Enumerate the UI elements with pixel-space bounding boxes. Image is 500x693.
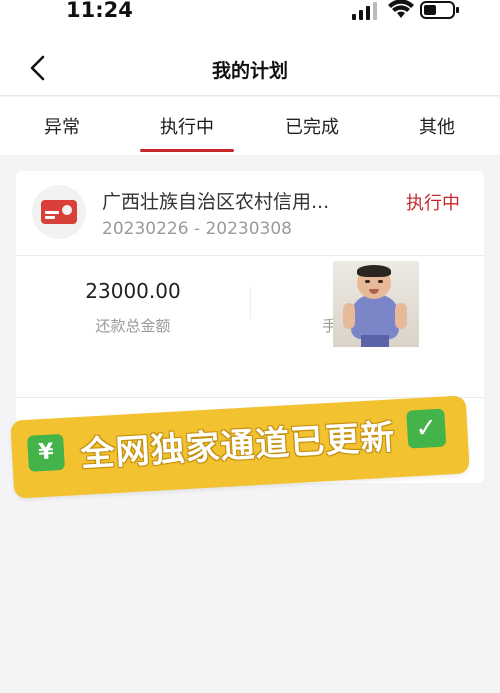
divider <box>16 255 484 256</box>
battery-icon <box>420 1 459 19</box>
meme-sticker-image <box>333 261 419 347</box>
sticker-eye <box>365 280 370 283</box>
sticker-eye <box>378 280 383 283</box>
wifi-icon <box>388 0 414 18</box>
status-badge: 执行中 <box>406 193 460 214</box>
card-chip <box>62 205 72 215</box>
card-stripe <box>45 211 59 214</box>
active-tab-indicator <box>140 149 234 152</box>
sticker-body <box>351 295 399 339</box>
bank-card-icon <box>32 185 86 239</box>
tab-completed[interactable]: 已完成 <box>252 113 372 139</box>
total-amount: 23000.00 <box>85 279 181 303</box>
total-amount-label: 还款总金额 <box>95 317 171 335</box>
status-bar: 11:24 <box>0 0 500 40</box>
tab-executing[interactable]: 执行中 <box>127 113 247 139</box>
check-mark-icon: ✓ <box>406 408 447 449</box>
bank-name: 广西壮族自治区农村信用... <box>102 191 330 213</box>
tab-abnormal[interactable]: 异常 <box>2 113 122 139</box>
status-time: 11:24 <box>66 0 133 22</box>
page-title: 我的计划 <box>211 60 288 82</box>
signal-icon <box>352 2 377 20</box>
chart-yen-icon: ¥ <box>27 433 66 472</box>
tab-bar: 异常 执行中 已完成 其他 <box>0 97 500 155</box>
plan-date-range: 20230226 - 20230308 <box>102 219 292 239</box>
sticker-arm <box>343 303 355 329</box>
sticker-hair <box>357 265 391 277</box>
sticker-legs <box>361 335 389 347</box>
card-stripe-2 <box>45 216 55 219</box>
tab-other[interactable]: 其他 <box>377 113 497 139</box>
banner-text: 全网独家通道已更新 <box>79 417 397 475</box>
nav-bar: 我的计划 <box>0 40 500 96</box>
sticker-arm <box>395 303 407 329</box>
